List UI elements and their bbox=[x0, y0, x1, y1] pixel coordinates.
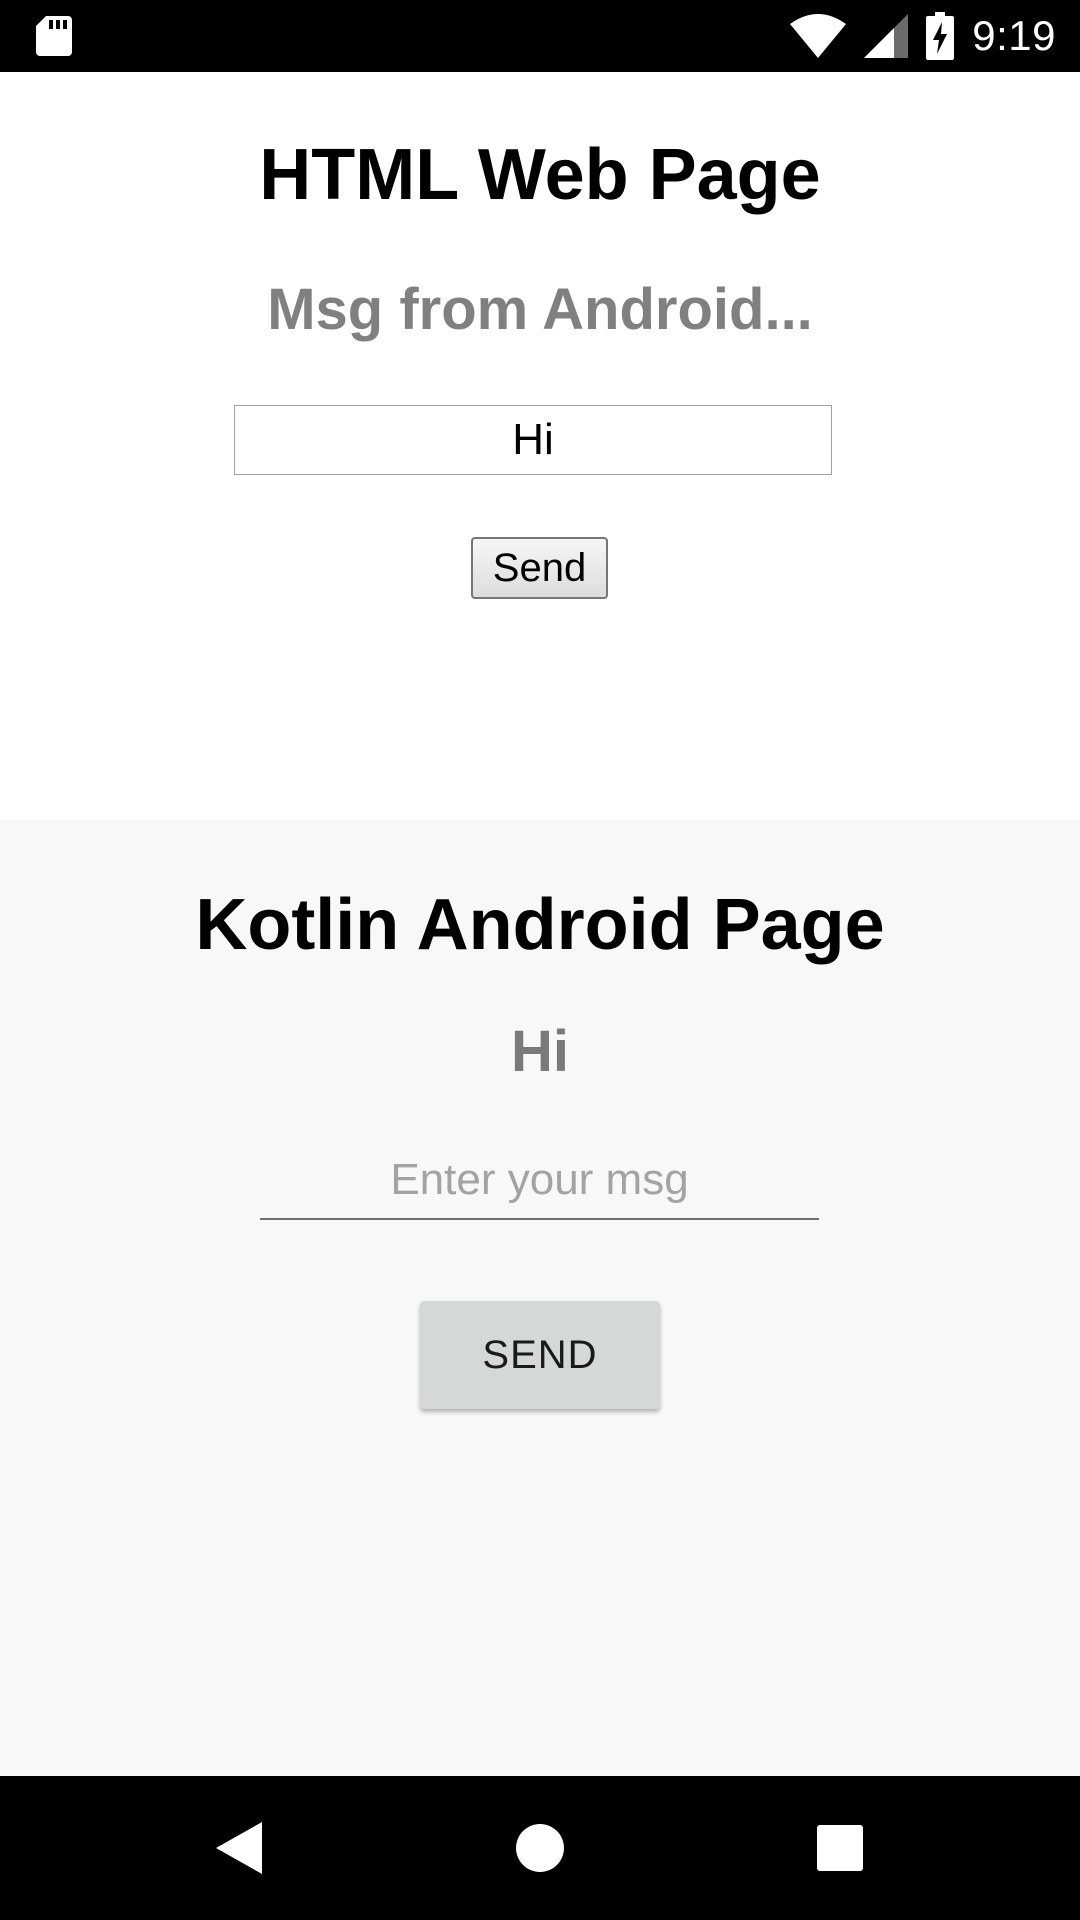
wifi-icon bbox=[790, 14, 847, 58]
sd-card-icon bbox=[36, 16, 72, 56]
android-received-message: Hi bbox=[511, 1019, 569, 1084]
status-time: 9:19 bbox=[972, 12, 1056, 59]
android-send-button[interactable]: SEND bbox=[420, 1301, 660, 1409]
cellular-signal-icon bbox=[864, 14, 909, 58]
back-icon bbox=[216, 1822, 262, 1874]
status-icons: 9:19 bbox=[790, 0, 1056, 72]
home-button[interactable] bbox=[490, 1798, 590, 1898]
recents-icon bbox=[817, 1825, 863, 1871]
back-button[interactable] bbox=[190, 1798, 290, 1898]
navigation-bar bbox=[0, 1776, 1080, 1920]
battery-charging-icon bbox=[926, 12, 955, 60]
status-bar: 9:19 bbox=[0, 0, 1080, 72]
web-page-title: HTML Web Page bbox=[259, 135, 821, 215]
web-send-button[interactable]: Send bbox=[471, 537, 608, 599]
web-message-input[interactable] bbox=[234, 405, 832, 475]
home-icon bbox=[516, 1824, 564, 1872]
web-page-section: HTML Web Page Msg from Android... Send bbox=[0, 72, 1080, 820]
web-received-message: Msg from Android... bbox=[267, 277, 813, 342]
android-page-section: Kotlin Android Page Hi SEND bbox=[0, 820, 1080, 1776]
android-page-title: Kotlin Android Page bbox=[195, 885, 885, 965]
recents-button[interactable] bbox=[790, 1798, 890, 1898]
screen: 9:19 HTML Web Page Msg from Android... S… bbox=[0, 0, 1080, 1920]
android-message-input[interactable] bbox=[260, 1150, 819, 1220]
